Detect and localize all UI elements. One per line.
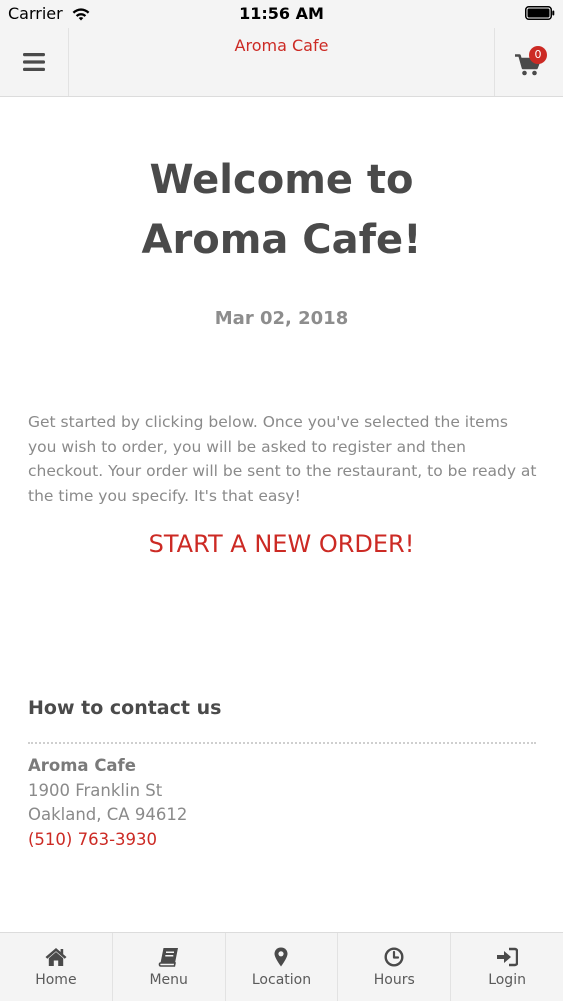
home-icon — [45, 948, 67, 966]
intro-text: Get started by clicking below. Once you'… — [28, 413, 537, 505]
app-header: Aroma Cafe 0 — [0, 28, 563, 97]
start-new-order-link[interactable]: START A NEW ORDER! — [0, 530, 563, 558]
menu-button[interactable] — [0, 28, 69, 96]
bottom-tab-bar: Home Menu Location Hours Login — [0, 932, 563, 1001]
date-label: Mar 02, 2018 — [214, 308, 349, 329]
map-marker-icon — [274, 947, 288, 967]
contact-info: Aroma Cafe 1900 Franklin St Oakland, CA … — [28, 754, 187, 852]
status-time: 11:56 AM — [239, 4, 324, 23]
sign-in-icon — [497, 947, 519, 967]
tab-menu[interactable]: Menu — [113, 933, 226, 1001]
welcome-heading: Welcome to Aroma Cafe! — [0, 150, 563, 270]
welcome-line-1: Welcome to — [149, 157, 414, 203]
tab-hours-label: Hours — [373, 972, 415, 988]
battery-icon — [525, 6, 555, 20]
street-address: 1900 Franklin St — [28, 780, 163, 800]
tab-menu-label: Menu — [149, 972, 188, 988]
tab-login-label: Login — [488, 972, 526, 988]
page-title: Aroma Cafe — [234, 36, 329, 55]
tab-home-label: Home — [35, 972, 77, 988]
restaurant-name: Aroma Cafe — [28, 756, 136, 775]
cart-count-badge: 0 — [529, 46, 547, 64]
tab-home[interactable]: Home — [0, 933, 113, 1001]
tab-location-label: Location — [251, 972, 312, 988]
tab-login[interactable]: Login — [451, 933, 563, 1001]
hamburger-menu-icon — [23, 53, 45, 71]
book-icon — [158, 948, 178, 967]
dotted-divider — [28, 742, 536, 744]
cart-button[interactable]: 0 — [494, 28, 563, 96]
status-bar: Carrier 11:56 AM — [0, 0, 563, 28]
phone-link[interactable]: (510) 763-3930 — [28, 828, 187, 853]
tab-hours[interactable]: Hours — [338, 933, 452, 1001]
welcome-line-2: Aroma Cafe! — [141, 217, 422, 263]
clock-icon — [384, 947, 404, 967]
city-address: Oakland, CA 94612 — [28, 805, 188, 824]
tab-location[interactable]: Location — [226, 933, 339, 1001]
contact-heading: How to contact us — [28, 697, 222, 719]
